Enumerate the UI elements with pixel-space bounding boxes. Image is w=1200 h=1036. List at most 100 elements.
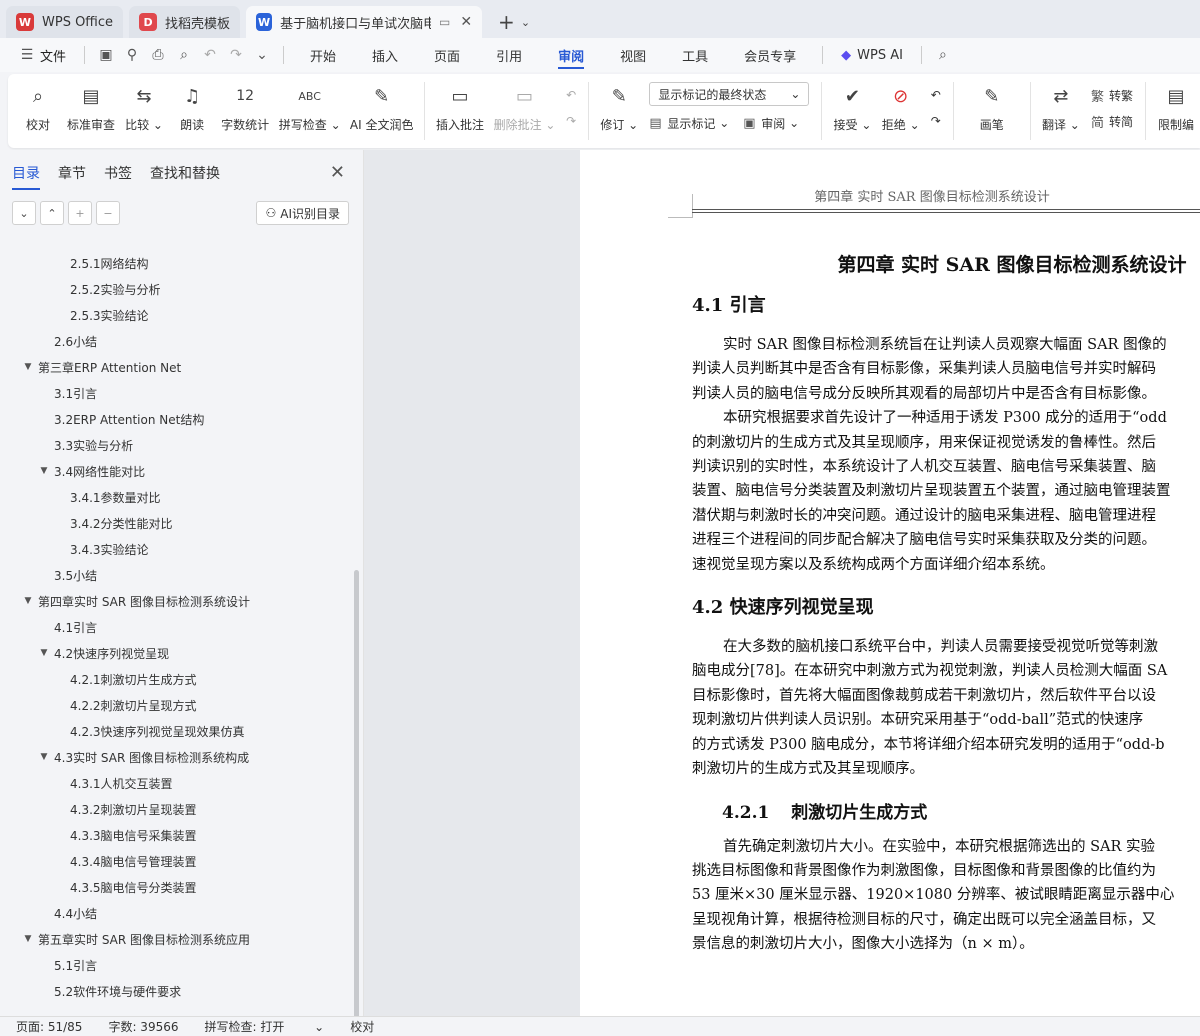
- toc-item[interactable]: 2.5.3实验结论: [0, 302, 354, 328]
- chevron-down-icon[interactable]: ▼: [38, 752, 50, 762]
- toc-item[interactable]: 3.4.2分类性能对比: [0, 510, 354, 536]
- word-count-indicator[interactable]: 字数: 39566: [108, 1018, 178, 1035]
- tab-wps-office[interactable]: W WPS Office: [6, 6, 124, 38]
- add-heading-icon[interactable]: +: [68, 201, 92, 225]
- tab-toc[interactable]: 目录: [12, 150, 40, 196]
- toc-item[interactable]: 3.4.3实验结论: [0, 536, 354, 562]
- tab-sections[interactable]: 章节: [58, 150, 86, 196]
- chevron-down-icon[interactable]: ▼: [22, 934, 34, 944]
- collapse-all-icon[interactable]: ⌃: [40, 201, 64, 225]
- close-tab-icon[interactable]: ✕: [460, 14, 472, 30]
- new-tab-button[interactable]: + ⌄: [492, 6, 536, 38]
- hamburger-menu-icon[interactable]: ☰: [14, 42, 40, 68]
- toc-item[interactable]: 3.5小结: [0, 562, 354, 588]
- expand-all-icon[interactable]: ⌄: [12, 201, 36, 225]
- proofread-button[interactable]: ⌕ 校对: [20, 82, 56, 133]
- menu-view[interactable]: 视图: [602, 38, 664, 72]
- chevron-down-icon[interactable]: ▼: [22, 596, 34, 606]
- chevron-down-icon[interactable]: ⌄: [249, 42, 275, 68]
- track-changes-button[interactable]: ✎ 修订 ⌄: [600, 82, 638, 133]
- toc-item[interactable]: ▼ 4.3实时 SAR 图像目标检测系统构成: [0, 744, 354, 770]
- menu-references[interactable]: 引用: [478, 38, 540, 72]
- accept-button[interactable]: ✔ 接受 ⌄: [834, 82, 872, 133]
- toc-item[interactable]: 4.3.1人机交互装置: [0, 770, 354, 796]
- chevron-down-icon[interactable]: ⌄: [521, 16, 530, 29]
- ai-polish-button[interactable]: ✎ AI 全文润色: [350, 82, 414, 133]
- toc-item[interactable]: 4.3.4脑电信号管理装置: [0, 848, 354, 874]
- toc-item[interactable]: 2.5.2实验与分析: [0, 276, 354, 302]
- toc-scrollbar[interactable]: [354, 570, 359, 1036]
- menu-tools[interactable]: 工具: [664, 38, 726, 72]
- toc-item[interactable]: 2.5.1网络结构: [0, 250, 354, 276]
- tab-bookmarks[interactable]: 书签: [104, 150, 132, 196]
- toc-item[interactable]: ▼ 第四章实时 SAR 图像目标检测系统设计: [0, 588, 354, 614]
- window-icon[interactable]: ▭: [439, 15, 450, 29]
- translate-button[interactable]: ⇄ 翻译 ⌄: [1042, 82, 1080, 133]
- previous-change-icon[interactable]: ↶: [931, 82, 941, 108]
- menu-member[interactable]: 会员专享: [726, 38, 814, 72]
- menu-page[interactable]: 页面: [416, 38, 478, 72]
- file-menu[interactable]: 文件: [40, 46, 66, 65]
- toc-item[interactable]: 3.1引言: [0, 380, 354, 406]
- toc-item[interactable]: 4.4小结: [0, 900, 354, 926]
- pen-button[interactable]: ✎ 画笔: [974, 82, 1010, 133]
- toc-item[interactable]: 3.2ERP Attention Net结构: [0, 406, 354, 432]
- chevron-down-icon[interactable]: ▼: [38, 466, 50, 476]
- next-change-icon[interactable]: ↷: [931, 108, 941, 134]
- toc-item[interactable]: ▼ 第三章ERP Attention Net: [0, 354, 354, 380]
- search-icon[interactable]: ⌕: [930, 42, 956, 68]
- menu-insert[interactable]: 插入: [354, 38, 416, 72]
- document-page[interactable]: 第四章 实时 SAR 图像目标检测系统设计 第四章 实时 SAR 图像目标检测系…: [580, 150, 1200, 1016]
- markup-state-select[interactable]: 显示标记的最终状态 ⌄: [649, 82, 810, 106]
- tab-docer-templates[interactable]: D 找稻壳模板: [129, 6, 241, 38]
- toc-item[interactable]: [0, 242, 354, 250]
- print-preview-icon[interactable]: ⌕: [171, 42, 197, 68]
- toc-item[interactable]: 4.2.2刺激切片呈现方式: [0, 692, 354, 718]
- close-icon[interactable]: ✕: [330, 162, 345, 183]
- read-aloud-button[interactable]: ♫ 朗读: [174, 82, 210, 133]
- compare-button[interactable]: ⇆ 比较 ⌄: [125, 82, 163, 133]
- insert-comment-button[interactable]: ▭ 插入批注: [436, 82, 484, 133]
- toc-item[interactable]: 5.1引言: [0, 952, 354, 978]
- show-markup-button[interactable]: ▤ 显示标记 ⌄: [649, 110, 729, 136]
- delete-comment-button[interactable]: ▭ 删除批注 ⌄: [494, 82, 556, 133]
- spell-check-indicator[interactable]: 拼写检查: 打开 ⌄: [205, 1018, 325, 1035]
- ai-toc-button[interactable]: ⚇ AI识别目录: [256, 201, 349, 225]
- toc-item[interactable]: 4.2.3快速序列视觉呈现效果仿真: [0, 718, 354, 744]
- toc-item[interactable]: 4.3.5脑电信号分类装置: [0, 874, 354, 900]
- toc-item[interactable]: 4.3.2刺激切片呈现装置: [0, 796, 354, 822]
- menu-home[interactable]: 开始: [292, 38, 354, 72]
- toc-item[interactable]: 4.1引言: [0, 614, 354, 640]
- toc-item[interactable]: 4.3.3脑电信号采集装置: [0, 822, 354, 848]
- previous-comment-icon[interactable]: ↶: [566, 82, 576, 108]
- chevron-down-icon[interactable]: ▼: [22, 362, 34, 372]
- restrict-editing-button[interactable]: ▤ 限制编: [1158, 82, 1194, 133]
- standard-review-button[interactable]: ▤ 标准审查: [67, 82, 115, 133]
- share-icon[interactable]: ⚲: [119, 42, 145, 68]
- save-icon[interactable]: ▣: [93, 42, 119, 68]
- toc-item[interactable]: ▼ 4.2快速序列视觉呈现: [0, 640, 354, 666]
- redo-icon[interactable]: ↷: [223, 42, 249, 68]
- toc-item[interactable]: 3.4.1参数量对比: [0, 484, 354, 510]
- print-icon[interactable]: ⎙: [145, 42, 171, 68]
- review-pane-button[interactable]: ▣ 审阅 ⌄: [743, 110, 799, 136]
- proof-indicator[interactable]: 校对: [350, 1018, 374, 1035]
- tab-document[interactable]: W 基于脑机接口与单试次脑电分 ▭ ✕: [246, 6, 483, 38]
- toc-item[interactable]: ▼ 第五章实时 SAR 图像目标检测系统应用: [0, 926, 354, 952]
- chevron-down-icon[interactable]: ▼: [38, 648, 50, 658]
- toc-item[interactable]: 5.2软件环境与硬件要求: [0, 978, 354, 1004]
- tab-find-replace[interactable]: 查找和替换: [150, 150, 220, 196]
- undo-icon[interactable]: ↶: [197, 42, 223, 68]
- toc-item[interactable]: 2.6小结: [0, 328, 354, 354]
- next-comment-icon[interactable]: ↷: [566, 108, 576, 134]
- remove-heading-icon[interactable]: −: [96, 201, 120, 225]
- word-count-button[interactable]: 12 字数统计: [221, 82, 269, 133]
- page-indicator[interactable]: 页面: 51/85: [16, 1018, 82, 1035]
- to-simplified-button[interactable]: 简 转简: [1091, 108, 1133, 134]
- menu-review[interactable]: 审阅: [540, 38, 602, 72]
- menu-wps-ai[interactable]: ◆ WPS AI: [831, 38, 913, 72]
- spell-check-button[interactable]: ABC 拼写检查 ⌄: [279, 82, 341, 133]
- reject-button[interactable]: ⊘ 拒绝 ⌄: [882, 82, 920, 133]
- toc-item[interactable]: 3.3实验与分析: [0, 432, 354, 458]
- toc-item[interactable]: ▼ 3.4网络性能对比: [0, 458, 354, 484]
